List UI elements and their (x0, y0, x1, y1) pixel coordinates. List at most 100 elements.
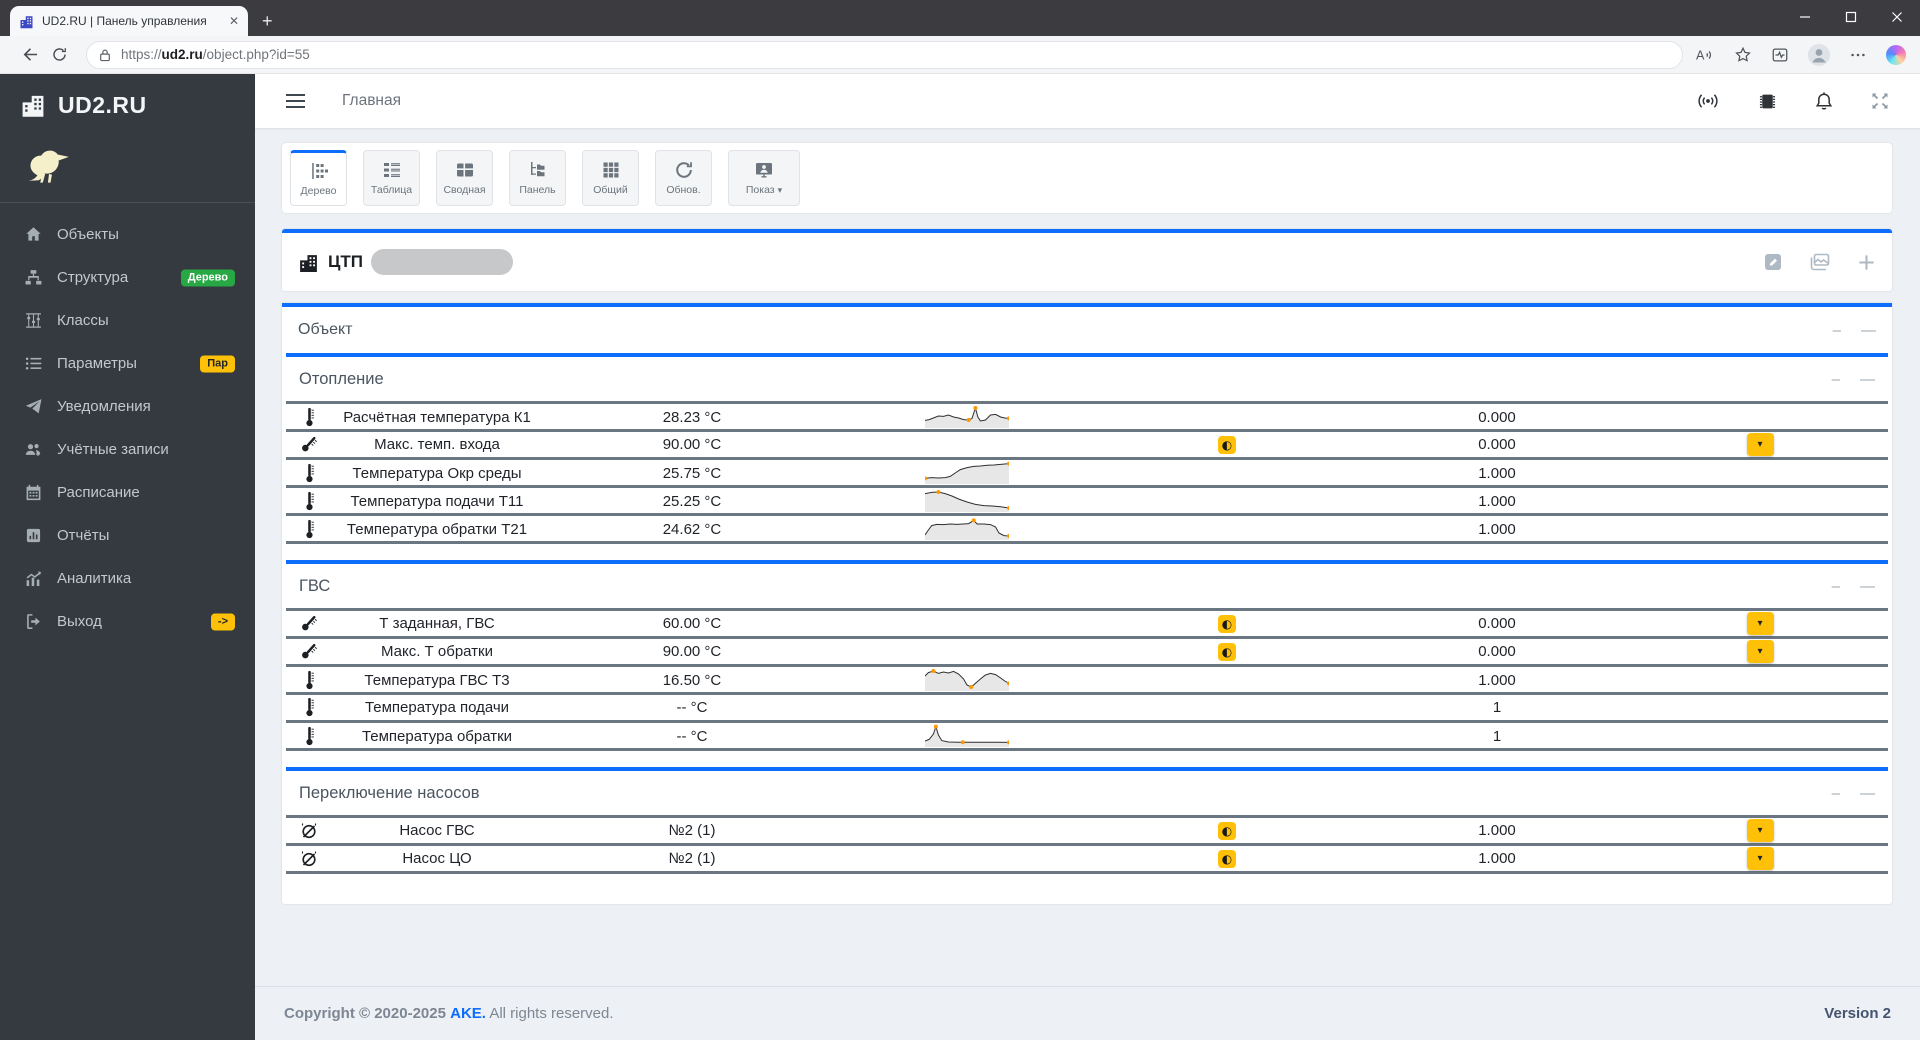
object-title: ЦТП (328, 252, 364, 271)
sidebar-item-logout[interactable]: Выход -> (0, 600, 255, 643)
back-icon[interactable] (14, 40, 44, 70)
toggle-icon[interactable]: ◐ (1218, 849, 1236, 868)
object-panel: Объект – — Отопление – — Расчётная температ… (282, 303, 1892, 904)
tab-close-icon[interactable]: ✕ (229, 14, 239, 28)
sidebar-item-notifications[interactable]: Уведомления (0, 385, 255, 428)
row-dropdown-button[interactable]: ▾ (1746, 433, 1774, 456)
toolbar-button-table[interactable]: Таблица (363, 150, 420, 206)
toolbar-button-common[interactable]: Общий (582, 150, 639, 206)
broadcast-icon[interactable] (1695, 92, 1721, 110)
row-value: 28.23 °C (662, 408, 722, 426)
pump-icon (299, 848, 319, 869)
thermometer-icon (304, 670, 315, 691)
profile-avatar[interactable] (1808, 43, 1830, 66)
table-row: Температура обратки Т21 24.62 °C 1.000 (286, 516, 1888, 544)
sidebar-badge: Дерево (180, 269, 235, 286)
row-value: 25.75 °C (662, 464, 722, 482)
toggle-icon[interactable]: ◐ (1218, 435, 1236, 454)
sidebar-item-reports[interactable]: Отчёты (0, 514, 255, 557)
toolbar-button-refresh[interactable]: Обнов. (655, 150, 712, 206)
window-close-button[interactable] (1874, 0, 1920, 34)
row-name: Температура ГВС Т3 (364, 671, 510, 689)
row-value: 16.50 °C (662, 671, 722, 689)
row-sparkline (925, 723, 1009, 749)
toolbar-button-show[interactable]: Показ ▾ (728, 150, 800, 206)
toolbar-button-label: Общий (593, 184, 628, 196)
toolbar-button-label: Обнов. (666, 184, 701, 196)
collapse-icon[interactable]: – (1832, 372, 1840, 387)
browser-tabbar: UD2.RU | Панель управления ✕ + (0, 0, 1920, 36)
chevron-down-icon: ▾ (777, 184, 783, 195)
table-row: Температура ГВС Т3 16.50 °C 1.000 (286, 667, 1888, 695)
sidebar-item-accounts[interactable]: Учётные записи (0, 428, 255, 471)
row-dropdown-button[interactable]: ▾ (1746, 612, 1774, 635)
fullscreen-icon[interactable] (1870, 91, 1890, 111)
favorites-star-icon[interactable] (1734, 46, 1752, 64)
sidebar-item-label: Классы (57, 312, 109, 329)
address-input[interactable]: https://ud2.ru/object.php?id=55 (86, 40, 1683, 69)
row-name: Т заданная, ГВС (379, 615, 495, 632)
toggle-icon[interactable]: ◐ (1218, 614, 1236, 633)
collapse-icon[interactable]: – (1832, 579, 1840, 594)
thermometer-icon (304, 491, 315, 512)
new-tab-button[interactable]: + (262, 12, 273, 30)
sidebar-item-parameters[interactable]: Параметры Пар (0, 342, 255, 385)
more-menu-icon[interactable] (1849, 46, 1867, 64)
minimize-icon[interactable]: — (1860, 786, 1875, 801)
sidebar-item-objects[interactable]: Объекты (0, 213, 255, 256)
sidebar-item-label: Выход (57, 613, 102, 630)
toolbar-button-panel[interactable]: Панель (509, 150, 566, 206)
collapse-icon[interactable]: – (1833, 323, 1841, 338)
row-dropdown-button[interactable]: ▾ (1746, 847, 1774, 870)
copilot-icon[interactable] (1886, 44, 1906, 65)
app-brand[interactable]: UD2.RU (0, 74, 255, 136)
row-dropdown-button[interactable]: ▾ (1746, 640, 1774, 663)
sidebar-item-structure[interactable]: Структура Дерево (0, 256, 255, 299)
row-dropdown-button[interactable]: ▾ (1746, 819, 1774, 842)
footer: Copyright © 2020-2025 AKE. All rights re… (255, 986, 1920, 1040)
row-name: Температура обратки Т21 (346, 520, 528, 538)
tab-title: UD2.RU | Панель управления (42, 14, 207, 28)
thermometer-icon (304, 697, 315, 718)
group-table: Расчётная температура К1 28.23 °C 0.000 Мак… (286, 401, 1888, 544)
row-number: 1 (1492, 699, 1502, 716)
refresh-icon[interactable] (44, 40, 74, 70)
minimize-icon[interactable]: — (1861, 323, 1876, 338)
users-icon (24, 441, 43, 458)
row-value: №2 (1) (668, 850, 716, 867)
rights-text: All rights reserved. (489, 1005, 614, 1022)
window-minimize-button[interactable] (1782, 0, 1828, 34)
table-row: Т заданная, ГВС 60.00 °C ◐ 0.000 ▾ (286, 611, 1888, 639)
sidebar-item-schedule[interactable]: Расписание (0, 471, 255, 514)
read-aloud-icon[interactable]: A (1695, 46, 1715, 64)
images-icon[interactable] (1809, 252, 1831, 272)
analytics-icon (24, 570, 43, 587)
section-group: Отопление – — Расчётная температура К1 28.23… (286, 353, 1888, 544)
breadcrumb: Главная (342, 92, 401, 109)
minimize-icon[interactable]: — (1860, 372, 1875, 387)
toolbar-button-pivot[interactable]: Сводная (436, 150, 493, 206)
browser-essentials-icon[interactable] (1771, 46, 1789, 64)
toggle-icon[interactable]: ◐ (1218, 821, 1236, 840)
hamburger-menu-icon[interactable] (285, 93, 306, 109)
sidebar-item-label: Параметры (57, 355, 137, 372)
thermometer-icon (304, 407, 315, 428)
toolbar-button-tree[interactable]: Дерево (290, 150, 347, 206)
bell-icon[interactable] (1814, 91, 1834, 112)
footer-brand-link[interactable]: AKE. (450, 1005, 486, 1022)
sidebar-item-classes[interactable]: Классы (0, 299, 255, 342)
browser-tab[interactable]: UD2.RU | Панель управления ✕ (10, 6, 248, 36)
toggle-icon[interactable]: ◐ (1218, 642, 1236, 661)
add-icon[interactable] (1857, 253, 1876, 272)
table-row: Насос ГВС №2 (1) ◐ 1.000 ▾ (286, 818, 1888, 846)
thermometer-icon (304, 726, 315, 747)
window-maximize-button[interactable] (1828, 0, 1874, 34)
sidebar-item-analytics[interactable]: Аналитика (0, 557, 255, 600)
chip-icon[interactable] (1757, 91, 1778, 112)
brand-name: UD2.RU (58, 91, 147, 118)
minimize-icon[interactable]: — (1860, 579, 1875, 594)
collapse-icon[interactable]: – (1832, 786, 1840, 801)
edit-icon[interactable] (1763, 252, 1783, 272)
favicon-building-icon (19, 14, 34, 29)
tree-icon (309, 161, 329, 181)
